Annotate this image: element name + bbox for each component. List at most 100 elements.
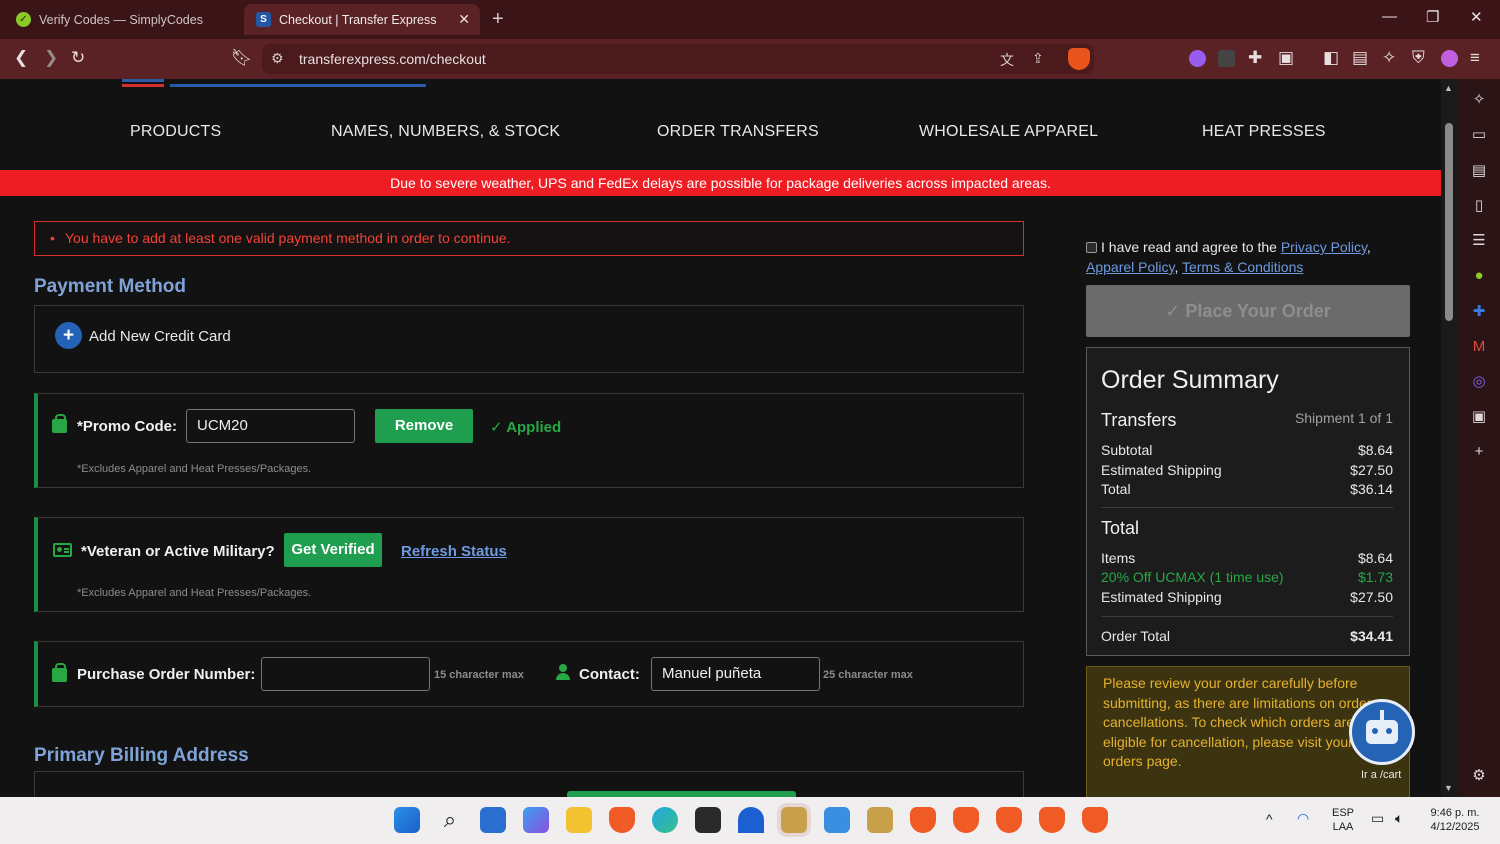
po-max-note: 15 character max [434, 669, 524, 681]
tray-app-icon[interactable]: ◠ [1297, 811, 1309, 825]
brave-profile-icon[interactable] [910, 807, 936, 833]
military-exclusion-note: *Excludes Apparel and Heat Presses/Packa… [77, 587, 312, 599]
row-label: 20% Off UCMAX (1 time use) [1101, 569, 1284, 585]
vpn-icon[interactable]: ⛨ [1412, 48, 1425, 68]
brave-profile-icon[interactable] [1082, 807, 1108, 833]
po-contact-box: Purchase Order Number: 15 character max … [34, 641, 1024, 707]
windows-start-icon[interactable] [394, 807, 420, 833]
brave-profile-icon[interactable] [953, 807, 979, 833]
terms-conditions-link[interactable]: Terms & Conditions [1182, 259, 1303, 275]
menu-icon[interactable]: ≡ [1470, 48, 1480, 68]
volume-icon[interactable]: 🔈︎ [1395, 811, 1403, 825]
new-tab-icon[interactable]: + [492, 8, 504, 31]
bookmark-icon[interactable]: 🔖︎ [231, 48, 253, 68]
leo-ai-icon[interactable]: ✧ [1382, 48, 1396, 68]
add-credit-card-link[interactable]: Add New Credit Card [89, 328, 231, 345]
place-order-button[interactable]: ✓ Place Your Order [1086, 285, 1410, 337]
nav-heat-presses[interactable]: HEAT PRESSES [1202, 123, 1326, 141]
app-icon[interactable] [738, 807, 764, 833]
scroll-up-icon[interactable]: ▲ [1444, 83, 1453, 93]
back-icon[interactable]: ❮ [14, 48, 28, 68]
close-tab-icon[interactable]: ✕ [458, 11, 470, 28]
gmail-icon[interactable]: M [1470, 338, 1488, 356]
maximize-icon[interactable]: ❐ [1426, 8, 1439, 26]
media-icon[interactable]: ▭ [1470, 126, 1488, 144]
translate-icon[interactable]: 文 [1000, 50, 1014, 70]
puzzle-icon[interactable]: ✚ [1470, 303, 1488, 321]
forward-icon[interactable]: ❯ [44, 48, 58, 68]
refresh-status-link[interactable]: Refresh Status [401, 543, 507, 560]
extension-icon[interactable] [1189, 50, 1206, 67]
terminal-icon[interactable] [695, 807, 721, 833]
brave-profile-icon[interactable] [1039, 807, 1065, 833]
leo-ai-icon[interactable]: ✧ [1470, 91, 1488, 109]
minimize-icon[interactable]: — [1382, 8, 1397, 25]
add-icon[interactable]: + [1470, 443, 1488, 461]
reload-icon[interactable]: ↻ [71, 48, 85, 68]
scroll-thumb[interactable] [1445, 123, 1453, 321]
profile-icon[interactable] [1441, 50, 1458, 67]
tray-chevron-icon[interactable]: ^ [1266, 812, 1273, 826]
applied-text: Applied [506, 419, 562, 436]
notepad-icon[interactable] [824, 807, 850, 833]
app-icon[interactable]: ◎ [1470, 373, 1488, 391]
brave-profile-icon[interactable] [996, 807, 1022, 833]
file-explorer-icon[interactable] [566, 807, 592, 833]
promo-code-input[interactable]: UCM20 [186, 409, 355, 443]
chatbot-button[interactable] [1349, 699, 1415, 765]
sidebar-toggle-icon[interactable]: ◧ [1323, 48, 1339, 68]
wallet-icon[interactable]: ▤ [1352, 48, 1368, 68]
close-window-icon[interactable]: ✕ [1470, 8, 1483, 26]
reading-list-icon[interactable]: ☰ [1470, 232, 1488, 250]
subtotal-row: Subtotal $8.64 [1101, 442, 1393, 460]
brave-icon[interactable] [609, 807, 635, 833]
contact-max-note: 25 character max [823, 669, 913, 681]
site-logo[interactable] [120, 79, 428, 88]
brave-shields-icon[interactable] [1068, 48, 1090, 70]
store-icon[interactable] [480, 807, 506, 833]
billing-address-title: Primary Billing Address [34, 745, 249, 766]
search-icon[interactable]: ⌕ [437, 807, 463, 833]
page-scrollbar[interactable]: ▲ ▼ [1441, 79, 1457, 797]
apparel-policy-link[interactable]: Apparel Policy [1086, 259, 1174, 275]
network-icon[interactable]: ▭ [1371, 811, 1384, 825]
nav-wholesale-apparel[interactable]: WHOLESALE APPAREL [919, 123, 1098, 141]
privacy-policy-link[interactable]: Privacy Policy [1281, 239, 1367, 255]
agree-checkbox[interactable] [1086, 242, 1097, 253]
share-icon[interactable]: ⇪ [1032, 50, 1044, 67]
tab-title: Verify Codes — SimplyCodes [39, 12, 203, 27]
league-icon[interactable] [781, 807, 807, 833]
screenshot-icon[interactable]: ▣ [1278, 48, 1294, 68]
remove-promo-button[interactable]: Remove [375, 409, 473, 443]
input-language[interactable]: ESP LAA [1330, 806, 1356, 834]
tab-checkout[interactable]: S Checkout | Transfer Express ✕ [244, 4, 480, 35]
simplycodes-icon[interactable]: ● [1470, 267, 1488, 285]
browser-toolbar: ❮ ❯ ↻ 🔖︎ ⚙︎ transferexpress.com/checkout… [0, 39, 1500, 79]
contact-input[interactable]: Manuel puñeta [651, 657, 820, 691]
military-box: *Veteran or Active Military? Get Verifie… [34, 517, 1024, 612]
extensions-puzzle-icon[interactable]: ✚ [1248, 48, 1262, 68]
logo-bar [122, 84, 164, 87]
tab-simplycodes[interactable]: ✓ Verify Codes — SimplyCodes [4, 4, 240, 35]
settings-icon[interactable]: ⚙︎ [1470, 767, 1488, 785]
game-icon[interactable] [867, 807, 893, 833]
m365-icon[interactable] [523, 807, 549, 833]
wallet-icon[interactable]: ▤ [1470, 162, 1488, 180]
address-bar[interactable]: ⚙︎ transferexpress.com/checkout 文 ⇪ [262, 44, 1094, 74]
get-verified-button[interactable]: Get Verified [284, 533, 382, 567]
po-number-input[interactable] [261, 657, 430, 691]
nav-products[interactable]: PRODUCTS [130, 123, 221, 141]
extension-badge-icon[interactable] [1218, 50, 1235, 67]
row-value: $1.73 [1357, 569, 1393, 585]
url-text: transferexpress.com/checkout [299, 51, 486, 67]
clock[interactable]: 9:46 p. m. 4/12/2025 [1422, 806, 1488, 834]
app-icon[interactable]: ▣ [1470, 408, 1488, 426]
bookmarks-icon[interactable]: ▯ [1470, 197, 1488, 215]
site-settings-icon[interactable]: ⚙︎ [271, 50, 284, 67]
lang-line: ESP [1331, 807, 1354, 819]
nav-order-transfers[interactable]: ORDER TRANSFERS [657, 123, 819, 141]
add-card-icon[interactable]: + [55, 322, 82, 349]
edge-icon[interactable] [652, 807, 678, 833]
nav-names-numbers-stock[interactable]: NAMES, NUMBERS, & STOCK [331, 123, 560, 141]
scroll-down-icon[interactable]: ▼ [1444, 783, 1453, 793]
